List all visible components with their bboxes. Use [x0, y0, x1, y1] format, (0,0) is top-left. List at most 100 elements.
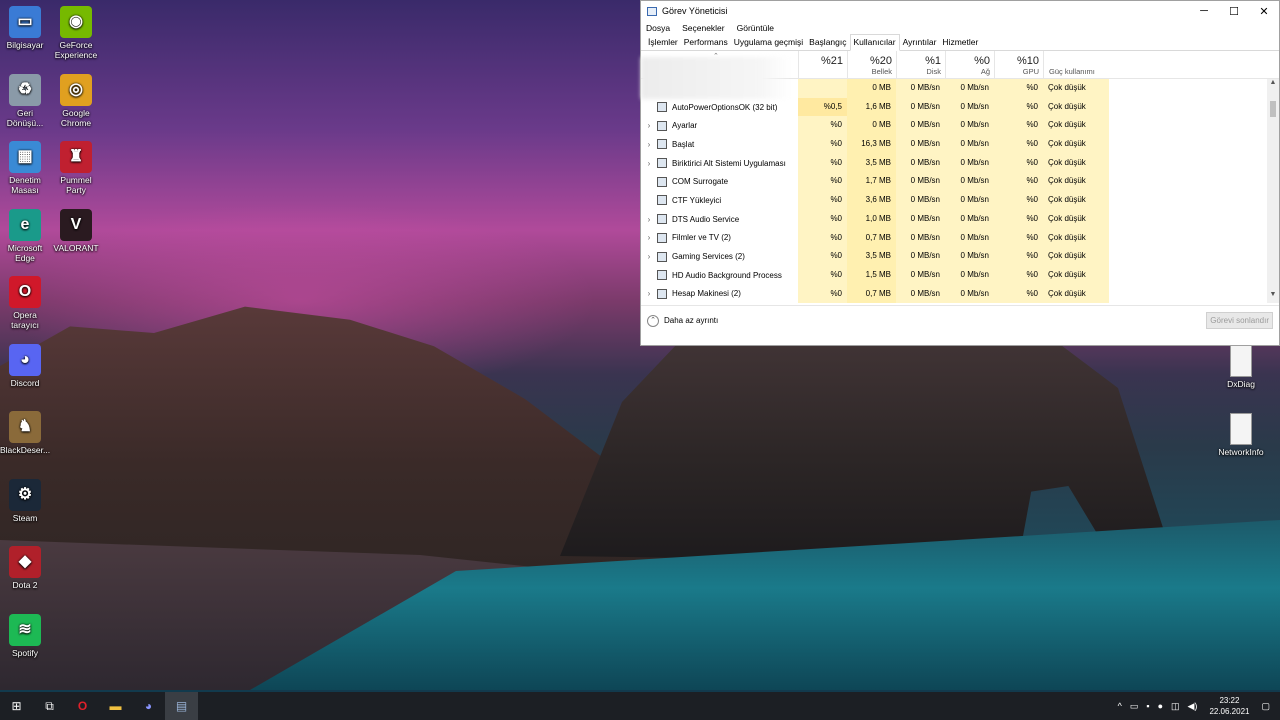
- end-task-button[interactable]: Görevi sonlandır: [1206, 312, 1273, 329]
- desktop-icon-label: Denetim Masası: [9, 175, 41, 195]
- file-icon: [1230, 345, 1252, 377]
- process-list: 0 MB 0 MB/sn 0 Mb/sn %0 Çok düşük AutoPowerOp…: [641, 79, 1279, 303]
- menu-options[interactable]: Seçenekler: [682, 23, 725, 33]
- disk-cell: 0 MB/sn: [896, 191, 945, 210]
- column-header-disk[interactable]: %1 Disk: [896, 51, 945, 79]
- process-name: COM Surrogate: [672, 177, 729, 187]
- desktop-icon-blackdeser-[interactable]: ♞ BlackDeser...: [0, 411, 50, 455]
- process-name: HD Audio Background Process: [672, 270, 782, 280]
- desktop-icon-bilgisayar[interactable]: ▭ Bilgisayar: [0, 6, 50, 50]
- process-row[interactable]: › Filmler ve TV (2) %0 0,7 MB 0 MB/sn 0 Mb/sn…: [641, 228, 1279, 248]
- discord-taskbar-icon[interactable]: ◕: [132, 692, 165, 720]
- desktop-icon-microsoft-edge[interactable]: e Microsoft Edge: [0, 208, 50, 263]
- process-name-cell: › Filmler ve TV (2): [641, 229, 798, 248]
- column-header-gpu[interactable]: %10 GPU: [994, 51, 1043, 79]
- scroll-thumb[interactable]: [1270, 101, 1276, 117]
- file-explorer-icon[interactable]: ▬: [99, 692, 132, 720]
- desktop-icon-label: Opera tarayıcı: [11, 310, 39, 330]
- process-row[interactable]: HD Audio Background Process %0 1,5 MB 0 MB/…: [641, 265, 1279, 285]
- pummel-party-icon: ♜: [60, 141, 92, 173]
- desktop-icon-dota-2[interactable]: ◆ Dota 2: [0, 546, 50, 590]
- desktop-icon-geforce-experience[interactable]: ◉ GeForce Experience: [51, 6, 101, 60]
- tab-5[interactable]: Kullanıcılar: [849, 34, 900, 51]
- network-cell: 0 Mb/sn: [945, 79, 994, 98]
- minimize-button[interactable]: ─: [1189, 5, 1219, 18]
- expand-chevron-icon[interactable]: ›: [641, 233, 657, 242]
- desktop-icon-steam[interactable]: ⚙ Steam: [0, 478, 50, 523]
- tab-2[interactable]: Performans: [681, 35, 731, 50]
- gpu-cell: %0: [994, 153, 1043, 173]
- process-row[interactable]: › Biriktirici Alt Sistemi Uygulaması %0 3,5…: [641, 153, 1279, 173]
- desktop-icon-opera-taray-c-[interactable]: O Opera tarayıcı: [0, 276, 50, 330]
- tray-monitor-icon[interactable]: ▭: [1126, 701, 1143, 712]
- process-row[interactable]: CTF Yükleyici %0 3,6 MB 0 MB/sn 0 Mb/sn %0 Çok…: [641, 191, 1279, 210]
- desktop-icon-valorant[interactable]: V VALORANT: [51, 208, 101, 253]
- process-row[interactable]: AutoPowerOptionsOK (32 bit) %0,5 1,6 MB 0 M…: [641, 97, 1279, 117]
- process-name-cell: [641, 79, 798, 98]
- tab-6[interactable]: Ayrıntılar: [900, 35, 940, 50]
- menu-view[interactable]: Görüntüle: [737, 23, 774, 33]
- process-row[interactable]: COM Surrogate %0 1,7 MB 0 MB/sn 0 Mb/sn %0 Çok…: [641, 172, 1279, 192]
- scroll-up-icon[interactable]: ▲: [1267, 79, 1279, 91]
- memory-cell: 0 MB: [847, 116, 896, 136]
- tab-7[interactable]: Hizmetler: [939, 35, 981, 50]
- scroll-down-icon[interactable]: ▼: [1267, 291, 1279, 303]
- tray-mic-icon[interactable]: ●: [1154, 701, 1167, 711]
- desktop-icon-networkinfo[interactable]: NetworkInfo: [1216, 412, 1266, 457]
- network-cell: 0 Mb/sn: [945, 153, 994, 173]
- disk-cell: 0 MB/sn: [896, 79, 945, 98]
- desktop-icon-label: Bilgisayar: [6, 40, 44, 50]
- process-row[interactable]: › Başlat %0 16,3 MB 0 MB/sn 0 Mb/sn %0 Çok düşü…: [641, 135, 1279, 154]
- task-view-icon[interactable]: ⧉: [33, 692, 66, 720]
- valorant-icon: V: [60, 208, 92, 241]
- expand-chevron-icon[interactable]: ›: [641, 140, 657, 149]
- desktop-icon-discord[interactable]: ◕ Discord: [0, 343, 50, 388]
- notification-icon[interactable]: ▢: [1257, 701, 1280, 712]
- collapse-icon[interactable]: ⌃: [647, 314, 659, 327]
- desktop-icon-denetim-masas-[interactable]: ▦ Denetim Masası: [0, 141, 50, 195]
- tray-chevron-icon[interactable]: ^: [1114, 701, 1126, 711]
- clock[interactable]: 23:22 22.06.2021: [1201, 695, 1257, 717]
- process-icon: [657, 176, 667, 187]
- close-button[interactable]: ✕: [1249, 5, 1279, 18]
- tab-1[interactable]: İşlemler: [645, 35, 681, 50]
- process-row[interactable]: › Hesap Makinesi (2) %0 0,7 MB 0 MB/sn 0 Mb/s…: [641, 284, 1279, 303]
- process-row[interactable]: 0 MB 0 MB/sn 0 Mb/sn %0 Çok düşük: [641, 79, 1279, 98]
- column-header-cpu[interactable]: %21: [798, 51, 847, 79]
- desktop-icon-spotify[interactable]: ≋ Spotify: [0, 613, 50, 658]
- process-row[interactable]: › DTS Audio Service %0 1,0 MB 0 MB/sn 0 Mb/sn…: [641, 209, 1279, 229]
- opera-taskbar-icon[interactable]: O: [66, 692, 99, 720]
- expand-chevron-icon[interactable]: ›: [641, 289, 657, 298]
- cpu-cell: %0: [798, 209, 847, 229]
- tray-device-icon[interactable]: ▪: [1142, 701, 1153, 711]
- menu-file[interactable]: Dosya: [646, 23, 670, 33]
- column-header-name[interactable]: ⌃: [641, 51, 798, 99]
- column-header-power[interactable]: Güç kullanımı: [1043, 51, 1109, 79]
- process-row[interactable]: › Ayarlar %0 0 MB 0 MB/sn 0 Mb/sn %0 Çok düşük: [641, 116, 1279, 136]
- desktop-icon-pummel-party[interactable]: ♜ Pummel Party: [51, 141, 101, 195]
- task-manager-taskbar-icon[interactable]: ▤: [165, 692, 198, 720]
- disk-cell: 0 MB/sn: [896, 153, 945, 173]
- process-row[interactable]: › Gaming Services (2) %0 3,5 MB 0 MB/sn 0 Mb/…: [641, 247, 1279, 266]
- expand-chevron-icon[interactable]: ›: [641, 121, 657, 130]
- memory-cell: 1,6 MB: [847, 97, 896, 117]
- title-bar[interactable]: Görev Yöneticisi ─ ☐ ✕: [641, 1, 1279, 21]
- expand-chevron-icon[interactable]: ›: [641, 252, 657, 261]
- desktop-icon-google-chrome[interactable]: ◎ Google Chrome: [51, 73, 101, 128]
- expand-chevron-icon[interactable]: ›: [641, 159, 657, 168]
- gpu-cell: %0: [994, 228, 1043, 248]
- tray-network-icon[interactable]: ◫: [1167, 701, 1184, 712]
- vertical-scrollbar[interactable]: ▲ ▼: [1267, 79, 1279, 303]
- start-icon[interactable]: ⊞: [0, 692, 33, 720]
- desktop-icon-geri-d-n-[interactable]: ♻ Geri Dönüşü...: [0, 73, 50, 128]
- less-details-link[interactable]: Daha az ayrıntı: [664, 316, 718, 325]
- expand-chevron-icon[interactable]: ›: [641, 215, 657, 224]
- desktop-icon-dxdiag[interactable]: DxDiag: [1216, 345, 1266, 389]
- tray-volume-icon[interactable]: ◀): [1184, 701, 1202, 712]
- memory-cell: 1,5 MB: [847, 265, 896, 285]
- column-header-network[interactable]: %0 Ağ: [945, 51, 994, 79]
- column-header-memory[interactable]: %20 Bellek: [847, 51, 896, 79]
- maximize-button[interactable]: ☐: [1219, 5, 1249, 18]
- tab-4[interactable]: Başlangıç: [806, 35, 849, 50]
- tab-3[interactable]: Uygulama geçmişi: [731, 35, 806, 50]
